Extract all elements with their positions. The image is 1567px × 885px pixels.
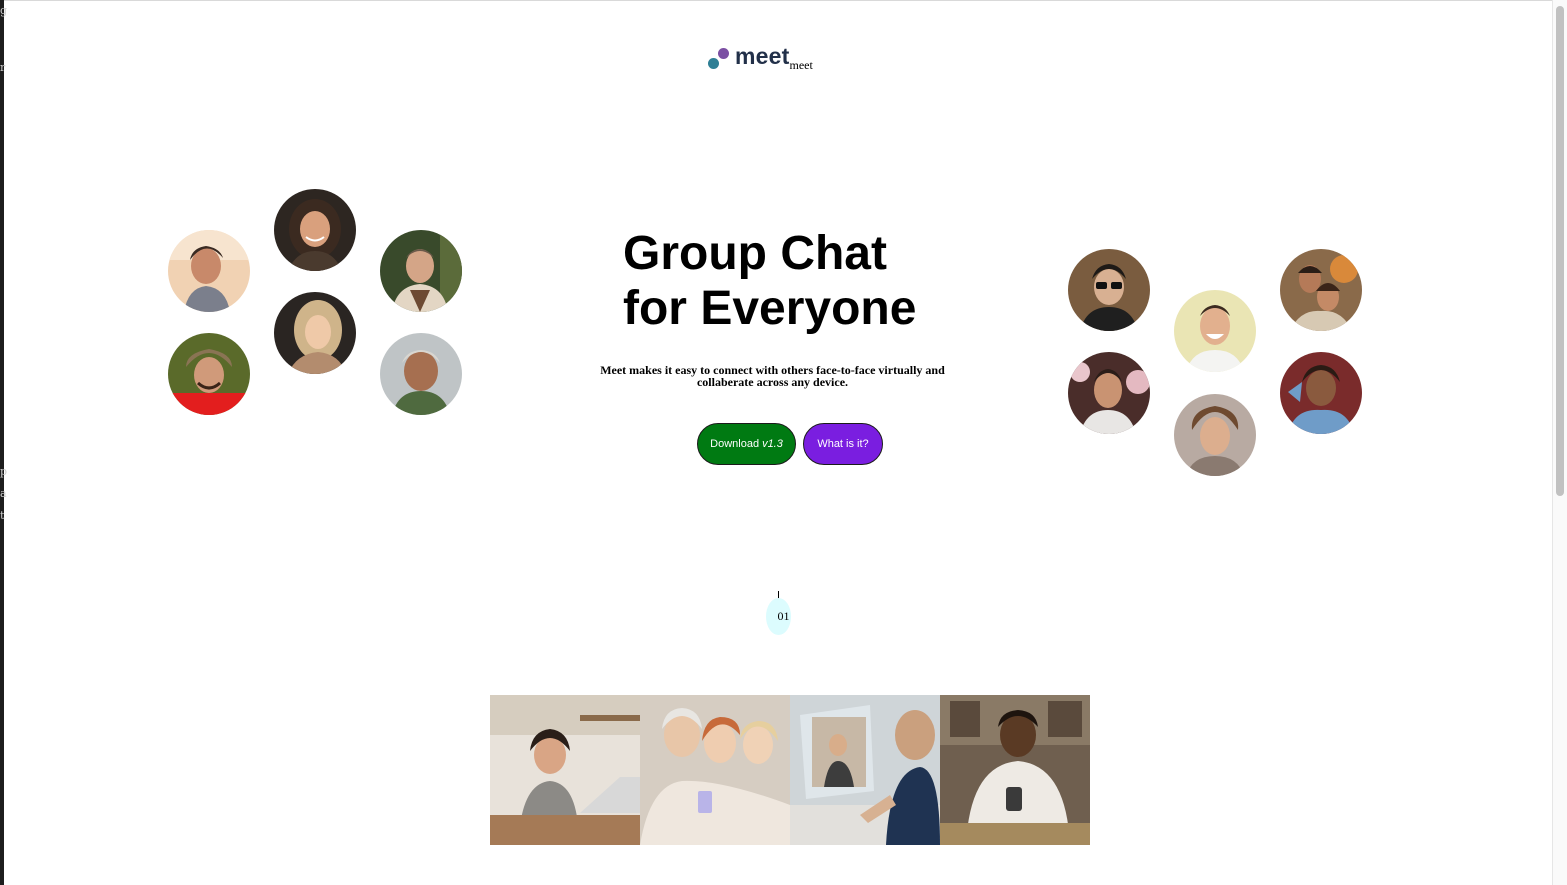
logo-wordmark: meet (735, 43, 790, 69)
left-edge-text: g r p a t (0, 0, 8, 885)
scrollbar[interactable] (1552, 0, 1567, 885)
logo[interactable]: meet meet (704, 42, 813, 72)
hero-title-line2: for Everyone (623, 282, 917, 335)
avatar-smiling-woman-dark-hair (274, 189, 356, 271)
hero-subtitle: Meet makes it easy to connect with other… (600, 363, 945, 389)
slide-indicator[interactable]: 01 (766, 598, 791, 635)
hero-title-line1: Group Chat (623, 227, 887, 280)
avatar-young-man-curly-hair (1174, 394, 1256, 476)
avatar-couple-flowers (1280, 249, 1362, 331)
logo-dots-icon (704, 46, 730, 72)
what-is-it-button[interactable]: What is it? (803, 423, 883, 465)
edge-char: t (0, 509, 5, 522)
edge-char: a (0, 487, 7, 500)
avatar-man-shearling-jacket (380, 230, 462, 312)
photo-women-phone-together (640, 695, 790, 845)
photo-man-phone-sofa (940, 695, 1090, 845)
avatar-young-man-sunset (168, 230, 250, 312)
download-version: v1.3 (762, 438, 783, 450)
avatar-man-blossoms (1068, 352, 1150, 434)
avatar-man-fur-hat (168, 333, 250, 415)
edge-char: p (0, 465, 8, 478)
hero-title: Group Chat for Everyone (623, 226, 963, 336)
avatar-blonde-woman (274, 292, 356, 374)
top-border (4, 0, 1553, 1)
download-button[interactable]: Download v1.3 (697, 423, 796, 465)
page: g r p a t meet meet Group Chat for Every… (0, 0, 1567, 885)
photo-woman-laptop-kitchen (490, 695, 640, 845)
avatar-smiling-man-yellow-bg (1174, 290, 1256, 372)
edge-char: g (0, 4, 8, 17)
edge-char: r (0, 61, 6, 74)
avatar-older-man-gray-hair (380, 333, 462, 415)
logo-subtext: meet (789, 58, 813, 72)
photo-man-video-call-laptop (790, 695, 940, 845)
avatar-man-sunglasses (1068, 249, 1150, 331)
slide-indicator-number: 01 (777, 609, 790, 623)
download-button-label: Download (710, 438, 760, 450)
scrollbar-thumb[interactable] (1556, 6, 1564, 496)
what-is-it-label: What is it? (817, 438, 869, 450)
avatar-woman-denim (1280, 352, 1362, 434)
